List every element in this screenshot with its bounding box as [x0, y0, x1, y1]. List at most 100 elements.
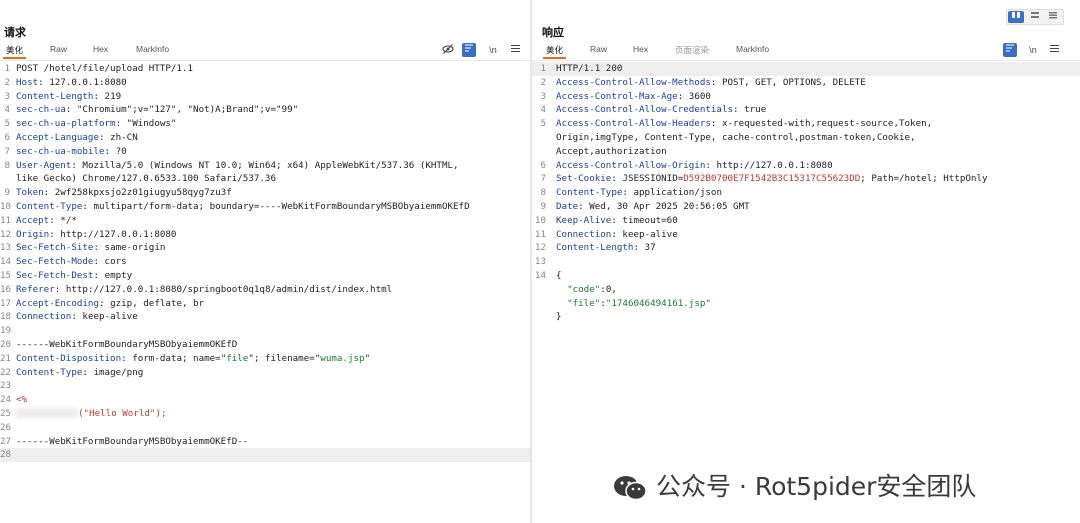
tab-beautify[interactable]: 美化	[2, 44, 27, 59]
code-line[interactable]: 1 POST /hotel/file/upload HTTP/1.1	[0, 62, 530, 76]
code-line[interactable]: 1 HTTP/1.1 200	[532, 62, 1080, 76]
line-text: ------WebKitFormBoundaryMSBObyaiemmOKEfD…	[16, 435, 249, 447]
header-value: multipart/form-data; boundary=----WebKit…	[87, 200, 470, 212]
code-line[interactable]: 14 {	[532, 269, 1080, 283]
code-line[interactable]: 11 Accept: */*	[0, 214, 530, 228]
line-text: Accept: */*	[16, 214, 77, 226]
json-value: "1746046494161.jsp"	[605, 297, 711, 309]
code-line[interactable]: 13	[532, 255, 1080, 269]
code-line[interactable]: 6 Access-Control-Allow-Origin: http://127…	[532, 159, 1080, 173]
code-line[interactable]: 8 User-Agent: Mozilla/5.0 (Windows NT 10.…	[0, 159, 530, 173]
code-line[interactable]: 4 sec-ch-ua: "Chromium";v="127", "Not)A;B…	[0, 103, 530, 117]
line-number: 17	[0, 297, 12, 309]
horizontal-view-icon[interactable]	[1027, 11, 1043, 23]
tab-hex[interactable]: Hex	[93, 44, 108, 54]
response-editor[interactable]: 1 HTTP/1.1 200 2 Access-Control-Allow-Metho…	[532, 62, 1080, 324]
view-mode-toggle	[1006, 9, 1064, 25]
header-name: sec-ch-ua-mobile	[16, 145, 105, 157]
line-number: 14	[0, 256, 12, 268]
line-text: Content-Length: 37	[556, 242, 656, 254]
code-line[interactable]: 2 Access-Control-Allow-Methods: POST, GET…	[532, 76, 1080, 90]
header-value: Wed, 30 Apr 2025 20:56:05 GMT	[583, 200, 750, 212]
tab-hex[interactable]: Hex	[633, 44, 648, 54]
redacted-region	[16, 408, 78, 419]
code-line[interactable]: }	[532, 310, 1080, 324]
code-line[interactable]: 10 Keep-Alive: timeout=60	[532, 214, 1080, 228]
code-line[interactable]: 27 ------WebKitFormBoundaryMSBObyaiemmOKE…	[0, 435, 530, 449]
code-line[interactable]: 19	[0, 324, 530, 338]
code-line[interactable]: 4 Access-Control-Allow-Credentials: true	[532, 103, 1080, 117]
code-line[interactable]: 3 Content-Length: 219	[0, 90, 530, 104]
code-line[interactable]: "code":0,	[532, 283, 1080, 297]
response-tabs: 美化 Raw Hex 页面渲染 MarkInfo \n	[532, 42, 1080, 61]
code-line[interactable]: 8 Content-Type: application/json	[532, 186, 1080, 200]
line-number: 1	[4, 63, 10, 74]
tab-render[interactable]: 页面渲染	[675, 44, 709, 56]
code-line[interactable]: 16 Referer: http://127.0.0.1:8080/springb…	[0, 283, 530, 297]
header-name: Content-Disposition	[16, 352, 122, 364]
code-line[interactable]: Origin,imgType, Content-Type, cache-cont…	[532, 131, 1080, 145]
code-line[interactable]: 25 ("Hello World");	[0, 407, 530, 421]
code-line[interactable]: 7 Set-Cookie: JSESSIONID=D592B0700E7F1542…	[532, 172, 1080, 186]
header-name: Sec-Fetch-Dest	[16, 269, 94, 281]
header-value: timeout=60	[616, 214, 678, 226]
code-line[interactable]: like Gecko) Chrome/127.0.6533.100 Safari…	[0, 172, 530, 186]
code-line[interactable]: 21 Content-Disposition: form-data; name="…	[0, 352, 530, 366]
code-line[interactable]: 5 sec-ch-ua-platform: "Windows"	[0, 117, 530, 131]
wrap-toggle-icon[interactable]	[1003, 43, 1017, 57]
code-line[interactable]: 11 Connection: keep-alive	[532, 228, 1080, 242]
code-line[interactable]: 7 sec-ch-ua-mobile: ?0	[0, 145, 530, 159]
line-text: Accept-Language: zh-CN	[16, 131, 138, 143]
header-name: Sec-Fetch-Mode	[16, 256, 94, 268]
split-view-icon[interactable]	[1008, 11, 1024, 23]
code-line[interactable]: 26	[0, 421, 530, 435]
code-line[interactable]: 23	[0, 379, 530, 393]
header-name: Date	[556, 200, 579, 212]
tab-raw[interactable]: Raw	[50, 44, 67, 54]
request-editor[interactable]: 1 POST /hotel/file/upload HTTP/1.1 2 Host: …	[0, 62, 530, 463]
tab-markinfo[interactable]: MarkInfo	[736, 44, 769, 54]
code-line[interactable]: 9 Token: 2wf258kpxsjo2z01giugyu58qyg7zu3f	[0, 186, 530, 200]
header-name: Token	[16, 187, 44, 199]
header-value: http://127.0.0.1:8080/springboot0q1q8/ad…	[60, 283, 393, 295]
newline-button[interactable]: \n	[486, 43, 500, 57]
menu-icon[interactable]	[508, 43, 522, 57]
code-line[interactable]: 22 Content-Type: image/png	[0, 366, 530, 380]
code-line[interactable]: 24 <%	[0, 393, 530, 407]
code-line[interactable]: 6 Accept-Language: zh-CN	[0, 131, 530, 145]
tab-markinfo[interactable]: MarkInfo	[136, 44, 169, 54]
line-text: Host: 127.0.0.1:8080	[16, 76, 127, 88]
code-line[interactable]: 20 ------WebKitFormBoundaryMSBObyaiemmOKE…	[0, 338, 530, 352]
wrap-toggle-icon[interactable]	[462, 43, 476, 57]
code-line[interactable]: 14 Sec-Fetch-Mode: cors	[0, 255, 530, 269]
tab-raw[interactable]: Raw	[590, 44, 607, 54]
tab-beautify[interactable]: 美化	[542, 44, 567, 59]
code-line[interactable]: Accept,authorization	[532, 145, 1080, 159]
newline-button[interactable]: \n	[1026, 43, 1040, 57]
code-line[interactable]: 2 Host: 127.0.0.1:8080	[0, 76, 530, 90]
code-line[interactable]: 15 Sec-Fetch-Dest: empty	[0, 269, 530, 283]
header-value: empty	[99, 269, 133, 281]
code-line[interactable]: 18 Connection: keep-alive	[0, 310, 530, 324]
code-line[interactable]: 17 Accept-Encoding: gzip, deflate, br	[0, 297, 530, 311]
code-line[interactable]: 12 Origin: http://127.0.0.1:8080	[0, 228, 530, 242]
line-number: 5	[4, 118, 10, 130]
header-name: Access-Control-Max-Age	[556, 90, 678, 102]
header-name: Connection	[16, 311, 72, 323]
request-title: 请求	[4, 27, 26, 39]
header-value: 37	[639, 242, 656, 254]
menu-icon[interactable]	[1047, 43, 1061, 57]
code-line[interactable]: 28	[0, 448, 530, 463]
line-text: Access-Control-Allow-Headers: x-requeste…	[556, 118, 933, 130]
code-line[interactable]: 12 Content-Length: 37	[532, 241, 1080, 255]
line-text: Set-Cookie: JSESSIONID=D592B0700E7F1542B…	[556, 173, 988, 185]
code-line[interactable]: 10 Content-Type: multipart/form-data; bou…	[0, 200, 530, 214]
vertical-view-icon[interactable]	[1045, 11, 1061, 23]
code-line[interactable]: 5 Access-Control-Allow-Headers: x-request…	[532, 117, 1080, 131]
code-line[interactable]: 3 Access-Control-Max-Age: 3600	[532, 90, 1080, 104]
header-name: Sec-Fetch-Site	[16, 242, 94, 254]
code-line[interactable]: 9 Date: Wed, 30 Apr 2025 20:56:05 GMT	[532, 200, 1080, 214]
code-line[interactable]: 13 Sec-Fetch-Site: same-origin	[0, 241, 530, 255]
code-line[interactable]: "file":"1746046494161.jsp"	[532, 297, 1080, 311]
eye-slash-icon[interactable]	[441, 43, 455, 57]
